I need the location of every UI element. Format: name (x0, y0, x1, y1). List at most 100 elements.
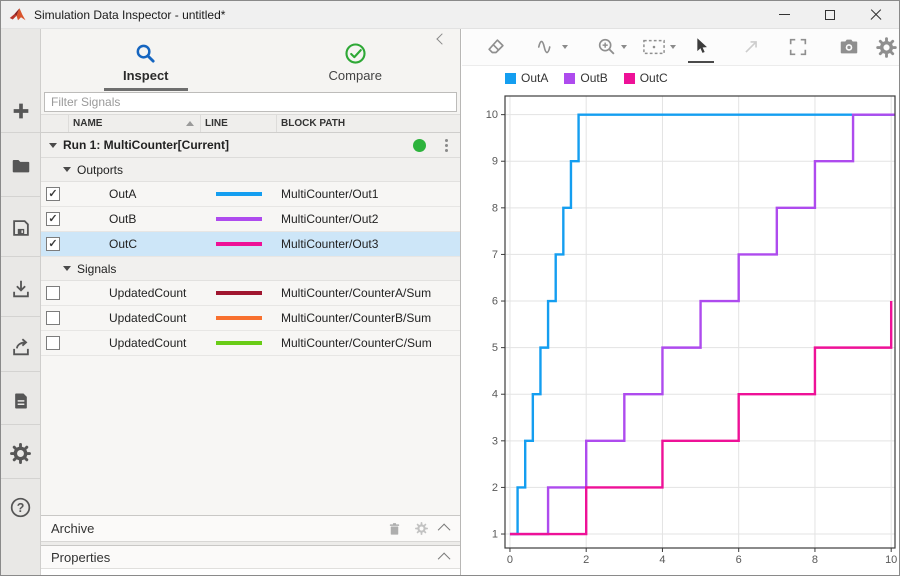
gear-icon (875, 36, 898, 59)
svg-text:3: 3 (492, 435, 498, 447)
signal-checkbox[interactable]: ✓ (46, 237, 60, 251)
line-color-swatch[interactable] (216, 242, 262, 246)
title-bar: Simulation Data Inspector - untitled* (1, 1, 899, 29)
pointer-tool-button[interactable] (686, 33, 716, 61)
signal-checkbox[interactable]: ✓ (46, 212, 60, 226)
save-icon (10, 217, 32, 239)
signal-row-updatedcount[interactable]: UpdatedCountMultiCounter/CounterB/Sum (41, 306, 460, 331)
close-button[interactable] (853, 1, 899, 28)
preferences-button[interactable] (1, 433, 40, 473)
svg-text:7: 7 (492, 249, 498, 261)
plot-area[interactable]: 024681012345678910 (462, 95, 900, 576)
signal-row-outc[interactable]: ✓OutCMultiCounter/Out3 (41, 232, 460, 257)
table-empty-area (41, 356, 460, 515)
run-options-kebab-icon[interactable] (445, 139, 448, 152)
chart-toolbar (462, 29, 899, 66)
header-checkbox-column (41, 115, 69, 132)
chevron-down-icon (670, 45, 676, 49)
export-icon (10, 336, 32, 358)
check-circle-icon (344, 42, 367, 65)
svg-text:6: 6 (736, 554, 742, 566)
signal-row-outb[interactable]: ✓OutBMultiCounter/Out2 (41, 207, 460, 232)
zoom-in-button[interactable] (592, 33, 631, 61)
legend-label: OutC (640, 71, 668, 85)
eraser-icon (485, 36, 507, 58)
signal-row-updatedcount[interactable]: UpdatedCountMultiCounter/CounterA/Sum (41, 281, 460, 306)
line-color-swatch[interactable] (216, 316, 262, 320)
caret-down-icon[interactable] (63, 167, 71, 172)
import-button[interactable] (1, 269, 40, 309)
export-button[interactable] (1, 327, 40, 367)
help-button[interactable]: ? (1, 487, 40, 527)
run-row[interactable]: Run 1: MultiCounter[Current] (41, 133, 460, 158)
svg-text:2: 2 (583, 554, 589, 566)
maximize-button[interactable] (807, 1, 853, 28)
signal-wave-button[interactable] (531, 33, 572, 61)
group-row-signals[interactable]: Signals (41, 257, 460, 281)
save-button[interactable] (1, 208, 40, 248)
block-path: MultiCounter/CounterA/Sum (277, 281, 460, 305)
signal-checkbox[interactable] (46, 286, 60, 300)
tab-inspect-label: Inspect (123, 68, 169, 83)
block-path: MultiCounter/Out1 (277, 182, 460, 206)
filter-signals-input[interactable] (44, 92, 457, 112)
open-button[interactable] (1, 146, 40, 186)
window-title: Simulation Data Inspector - untitled* (34, 8, 225, 22)
chevron-down-icon (621, 45, 627, 49)
signal-name: OutA (69, 182, 201, 206)
archive-bar[interactable]: Archive (41, 515, 460, 541)
properties-bar[interactable]: Properties (41, 545, 460, 568)
signal-checkbox[interactable] (46, 311, 60, 325)
group-row-outports[interactable]: Outports (41, 158, 460, 182)
chevron-up-icon[interactable] (438, 524, 451, 537)
collapse-panel-button[interactable] (438, 35, 452, 49)
tab-compare-label: Compare (329, 68, 382, 83)
snapshot-button[interactable] (833, 33, 865, 61)
minimize-button[interactable] (761, 1, 807, 28)
signal-name: OutB (69, 207, 201, 231)
tab-compare[interactable]: Compare (251, 29, 461, 91)
expand-button[interactable] (736, 33, 766, 61)
new-button[interactable] (1, 91, 40, 131)
caret-down-icon[interactable] (49, 143, 57, 148)
chart-panel: OutAOutBOutC 024681012345678910 (462, 29, 899, 575)
signal-checkbox[interactable] (46, 336, 60, 350)
chevron-up-icon[interactable] (438, 552, 451, 565)
header-line-column[interactable]: LINE (201, 115, 277, 132)
caret-down-icon[interactable] (63, 266, 71, 271)
gear-icon[interactable] (414, 521, 429, 536)
zoom-in-icon (596, 36, 618, 58)
fullscreen-button[interactable] (783, 33, 813, 61)
svg-text:9: 9 (492, 156, 498, 168)
run-status-dot (413, 139, 426, 152)
header-name-column[interactable]: NAME (69, 115, 201, 132)
fit-view-icon (641, 36, 667, 58)
header-block-path-label: BLOCK PATH (281, 118, 345, 129)
table-header[interactable]: NAME LINE BLOCK PATH (41, 114, 460, 133)
line-color-swatch[interactable] (216, 291, 262, 295)
legend-item-outc: OutC (624, 71, 668, 85)
svg-text:10: 10 (885, 554, 897, 566)
fit-view-button[interactable] (637, 33, 680, 61)
line-color-swatch[interactable] (216, 192, 262, 196)
eraser-button[interactable] (481, 33, 511, 61)
plot-settings-button[interactable] (871, 33, 900, 61)
preferences-icon (9, 442, 32, 465)
block-path: MultiCounter/CounterC/Sum (277, 331, 460, 355)
camera-icon (837, 36, 861, 58)
svg-text:0: 0 (507, 554, 513, 566)
group-label: Outports (77, 163, 123, 177)
maximize-icon (825, 10, 835, 20)
line-color-swatch[interactable] (216, 217, 262, 221)
line-color-swatch[interactable] (216, 341, 262, 345)
signal-row-outa[interactable]: ✓ OutA MultiCounter/Out1 (41, 182, 460, 207)
tab-inspect[interactable]: Inspect (41, 29, 251, 91)
trash-icon[interactable] (387, 521, 402, 537)
signal-row-updatedcount[interactable]: UpdatedCountMultiCounter/CounterC/Sum (41, 331, 460, 356)
matlab-logo-icon (9, 7, 27, 23)
report-button[interactable] (1, 381, 40, 421)
signal-checkbox[interactable]: ✓ (46, 187, 60, 201)
header-block-path-column[interactable]: BLOCK PATH (277, 115, 460, 132)
tab-strip: Inspect Compare (41, 29, 460, 91)
svg-text:4: 4 (492, 389, 498, 401)
